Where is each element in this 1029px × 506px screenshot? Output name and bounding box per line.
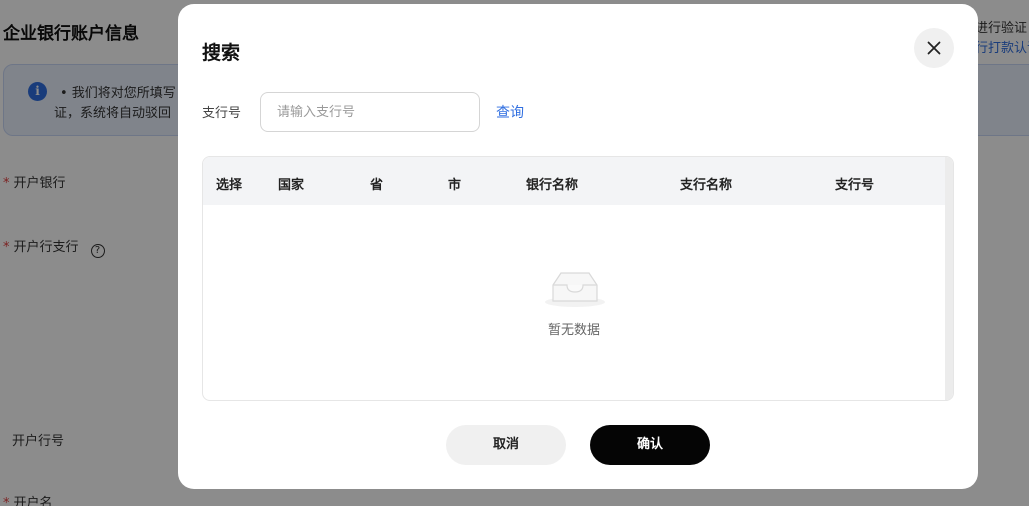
column-header-country: 国家 (278, 178, 305, 193)
column-header-select: 选择 (216, 178, 243, 193)
close-icon (927, 41, 941, 55)
column-header-branch-no: 支行号 (835, 178, 875, 193)
empty-inbox-icon (545, 272, 605, 307)
column-header-branch-name: 支行名称 (680, 178, 733, 193)
branch-no-input[interactable] (260, 92, 480, 132)
search-modal: 搜索 支行号 查询 选择 国家 省 市 银行名称 支行名称 支行号 (178, 4, 978, 489)
cancel-button[interactable]: 取消 (446, 425, 566, 465)
column-header-city: 市 (448, 178, 462, 193)
modal-title: 搜索 (202, 42, 241, 64)
close-button[interactable] (914, 28, 954, 68)
branch-no-label: 支行号 (202, 106, 242, 121)
table-scrollbar[interactable] (945, 157, 953, 400)
column-header-bank-name: 银行名称 (526, 178, 579, 193)
page: 企业银行账户信息 i • 我们将对您所填写 证，系统将自动驳回 进行验证 行打款… (0, 0, 1029, 506)
confirm-button[interactable]: 确认 (590, 425, 710, 465)
column-header-province: 省 (370, 178, 384, 193)
results-table: 选择 国家 省 市 银行名称 支行名称 支行号 暂无数据 (202, 156, 954, 401)
query-button[interactable]: 查询 (496, 102, 524, 122)
table-header: 选择 国家 省 市 银行名称 支行名称 支行号 (203, 157, 945, 205)
empty-state-text: 暂无数据 (547, 323, 600, 338)
